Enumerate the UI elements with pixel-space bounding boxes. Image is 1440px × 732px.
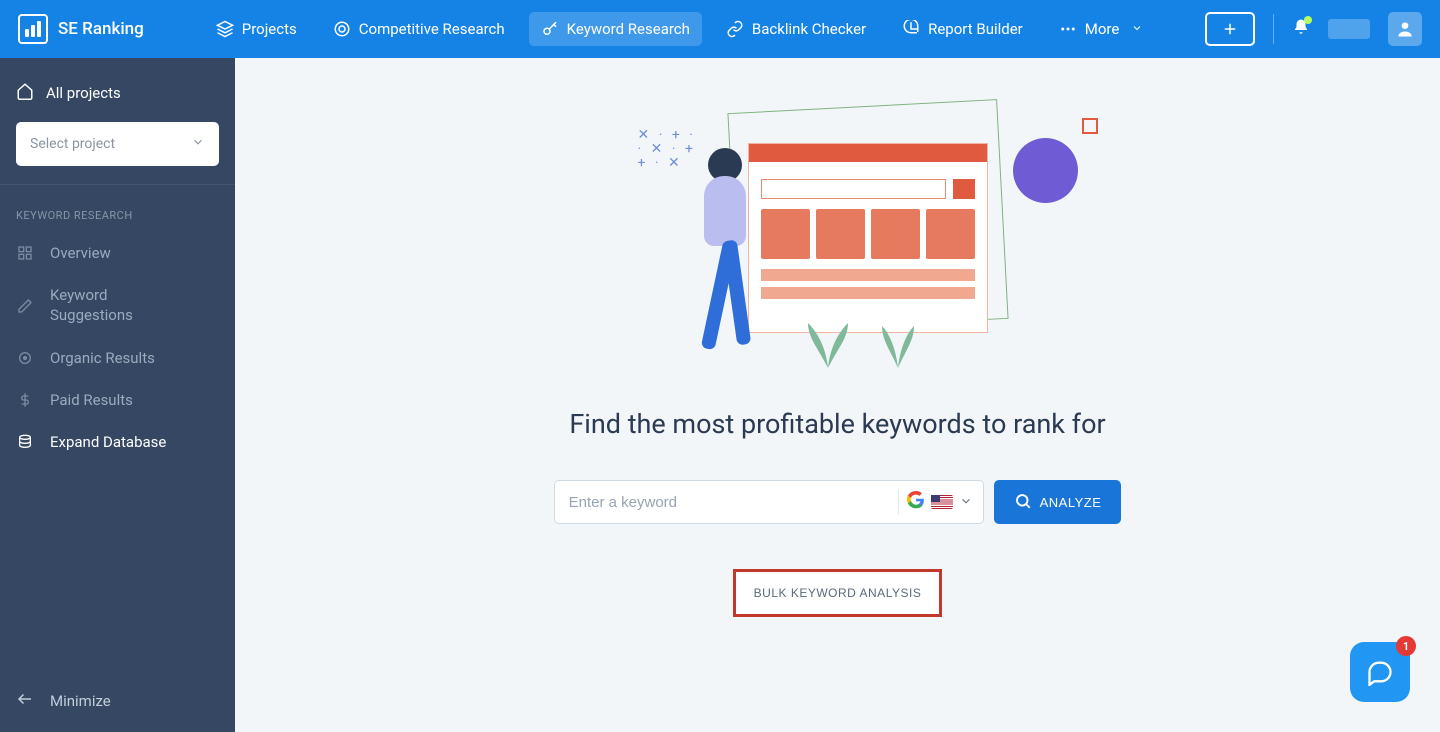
nav-projects[interactable]: Projects xyxy=(204,12,309,46)
key-icon xyxy=(541,20,559,38)
brand-logo[interactable]: SE Ranking xyxy=(18,14,144,44)
circle-dot-icon xyxy=(16,350,34,366)
sidebar-minimize[interactable]: Minimize xyxy=(0,670,235,732)
chat-badge: 1 xyxy=(1396,636,1416,656)
notifications-button[interactable] xyxy=(1292,18,1310,40)
page-headline: Find the most profitable keywords to ran… xyxy=(569,408,1105,440)
keyword-input-wrap xyxy=(554,480,984,524)
analyze-button-label: ANALYZE xyxy=(1040,495,1102,510)
main-content: ✕ · + ·· ✕ · ++ · ✕ Find the most profit… xyxy=(235,58,1440,732)
keyword-input[interactable] xyxy=(569,494,890,511)
sidebar-item-expand-database[interactable]: Expand Database xyxy=(0,421,235,463)
nav-backlink-checker[interactable]: Backlink Checker xyxy=(714,12,878,46)
project-select[interactable]: Select project xyxy=(16,122,219,166)
dots-icon xyxy=(1059,20,1077,38)
search-engine-locale-picker[interactable] xyxy=(907,491,973,513)
brand-name: SE Ranking xyxy=(58,19,144,39)
sidebar: All projects Select project KEYWORD RESE… xyxy=(0,58,235,732)
chevron-down-icon xyxy=(1131,20,1143,38)
sidebar-item-paid-results[interactable]: Paid Results xyxy=(0,379,235,421)
divider xyxy=(1273,14,1274,44)
bulk-keyword-analysis-button[interactable]: BULK KEYWORD ANALYSIS xyxy=(733,569,943,617)
sidebar-item-label: Expand Database xyxy=(50,433,166,451)
nav-keyword-research[interactable]: Keyword Research xyxy=(529,12,702,46)
link-icon xyxy=(726,20,744,38)
bulk-button-label: BULK KEYWORD ANALYSIS xyxy=(754,586,922,600)
sidebar-section-title: KEYWORD RESEARCH xyxy=(0,185,235,232)
nav-competitive-research[interactable]: Competitive Research xyxy=(321,12,517,46)
sidebar-item-overview[interactable]: Overview xyxy=(0,232,235,274)
google-icon xyxy=(907,491,925,513)
pie-chart-icon xyxy=(902,20,920,38)
chat-fab[interactable]: 1 xyxy=(1350,642,1410,702)
search-icon xyxy=(1014,492,1032,513)
grid-icon xyxy=(16,245,34,261)
avatar[interactable] xyxy=(1388,12,1422,46)
sidebar-all-projects-label: All projects xyxy=(46,84,121,102)
topnav-right xyxy=(1205,12,1422,46)
nav-projects-label: Projects xyxy=(242,20,297,38)
pencil-icon xyxy=(16,298,34,314)
sidebar-item-organic-results[interactable]: Organic Results xyxy=(0,337,235,379)
top-nav: SE Ranking Projects Competitive Research… xyxy=(0,0,1440,58)
us-flag-icon xyxy=(931,495,953,509)
nav-competitive-label: Competitive Research xyxy=(359,20,505,38)
arrow-left-icon xyxy=(16,690,34,712)
project-select-label: Select project xyxy=(30,136,115,152)
sidebar-all-projects[interactable]: All projects xyxy=(16,76,219,122)
analyze-button[interactable]: ANALYZE xyxy=(994,480,1122,524)
sidebar-item-label: Overview xyxy=(50,244,111,262)
chevron-down-icon xyxy=(959,493,973,512)
sidebar-item-label: Keyword Suggestions xyxy=(50,286,180,325)
nav-report-builder[interactable]: Report Builder xyxy=(890,12,1035,46)
nav-more[interactable]: More xyxy=(1047,12,1156,46)
home-icon xyxy=(16,82,34,104)
sidebar-item-keyword-suggestions[interactable]: Keyword Suggestions xyxy=(0,274,235,337)
nav-more-label: More xyxy=(1085,20,1120,38)
notification-dot-icon xyxy=(1304,16,1312,24)
hero-illustration: ✕ · + ·· ✕ · ++ · ✕ xyxy=(638,118,1038,368)
keyword-search-row: ANALYZE xyxy=(554,480,1122,524)
chevron-down-icon xyxy=(191,135,205,153)
nav-items: Projects Competitive Research Keyword Re… xyxy=(204,12,1156,46)
target-icon xyxy=(333,20,351,38)
nav-report-label: Report Builder xyxy=(928,20,1023,38)
sidebar-item-label: Organic Results xyxy=(50,349,155,367)
nav-keyword-label: Keyword Research xyxy=(567,20,690,38)
logo-icon xyxy=(18,14,48,44)
database-icon xyxy=(16,434,34,450)
add-button[interactable] xyxy=(1205,12,1255,46)
dollar-icon xyxy=(16,392,34,408)
sidebar-minimize-label: Minimize xyxy=(50,692,111,710)
layers-icon xyxy=(216,20,234,38)
nav-backlink-label: Backlink Checker xyxy=(752,20,866,38)
sidebar-item-label: Paid Results xyxy=(50,391,133,409)
account-label-placeholder xyxy=(1328,19,1370,39)
